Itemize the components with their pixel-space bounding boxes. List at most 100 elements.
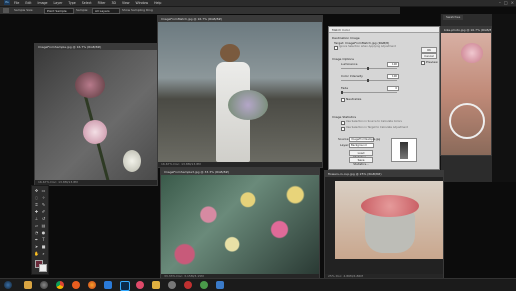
maximize-button[interactable]: □ (504, 0, 508, 6)
document-title[interactable]: flowers-in-cup.jpg @ 25% (RGB/8#) (325, 171, 443, 177)
dialog-title: Match Color (329, 27, 439, 33)
fade-input[interactable]: 0 (387, 86, 399, 91)
sample-select[interactable]: All Layers (92, 8, 120, 14)
ignore-selection-checkbox[interactable] (334, 46, 338, 50)
start-icon[interactable] (4, 281, 12, 289)
fade-slider[interactable] (341, 91, 397, 94)
background-color-swatch[interactable] (39, 264, 47, 272)
shape-tool-icon[interactable]: ■ (41, 244, 46, 249)
load-statistics-button[interactable]: Load Statistics... (349, 150, 373, 159)
marquee-tool-icon[interactable]: ▭ (41, 188, 46, 193)
document-window-5[interactable]: bike-photo.jpg @ 16.7% (RGB/8#) (440, 26, 492, 156)
menu-view[interactable]: View (122, 0, 130, 6)
neutralize-checkbox[interactable] (341, 98, 345, 102)
bike-wheel (449, 103, 485, 139)
brush-tool-icon[interactable]: ✐ (41, 209, 46, 214)
path-select-icon[interactable]: ➤ (34, 244, 39, 249)
luminance-slider[interactable] (341, 67, 397, 70)
match-color-dialog: Match Color Destination Image Target: Im… (328, 26, 440, 170)
app-icon[interactable] (104, 281, 112, 289)
layer-select[interactable]: Background (349, 143, 374, 148)
taskbar (0, 278, 516, 291)
photoshop-logo-icon: Ps (4, 0, 10, 5)
document-window-2[interactable]: ImageFromMatch.jpg @ 16.7% (RGB/8#) 16.6… (157, 15, 323, 168)
bike-flowers (461, 43, 483, 63)
dodge-tool-icon[interactable]: ● (41, 230, 46, 235)
chrome-icon[interactable] (56, 281, 64, 289)
canvas-bride[interactable] (158, 22, 322, 162)
intensity-slider[interactable] (341, 79, 397, 82)
close-button[interactable]: × (511, 0, 514, 6)
fade-thumb[interactable] (341, 91, 343, 94)
menu-layer[interactable]: Layer (54, 0, 63, 6)
menu-filter[interactable]: Filter (98, 0, 106, 6)
rose-bouquet (361, 195, 419, 217)
intensity-input[interactable]: 100 (387, 74, 399, 79)
document-window-3[interactable]: ImageFromSample3.jpg @ 33.3% (RGB/8#) 33… (160, 168, 320, 280)
eyedropper-tool-icon[interactable]: ✎ (41, 202, 46, 207)
menu-image[interactable]: Image (38, 0, 48, 6)
sample-size-select[interactable]: Point Sample (44, 8, 74, 14)
history-brush-icon[interactable]: ↺ (41, 216, 46, 221)
explorer-icon[interactable] (24, 281, 32, 289)
thumbnail-image (400, 142, 408, 159)
source-label: Source: (338, 137, 350, 141)
source-select[interactable]: ImageFromSample.jpg (349, 137, 380, 142)
luminance-label: Luminance (341, 62, 358, 66)
clone-stamp-icon[interactable]: ⊥ (34, 216, 39, 221)
preview-checkbox[interactable] (421, 61, 425, 65)
luminance-thumb[interactable] (367, 67, 369, 70)
video-icon[interactable] (184, 281, 192, 289)
hand-tool-icon[interactable]: ✋ (34, 251, 39, 256)
pen-tool-icon[interactable]: ✒ (34, 237, 39, 242)
document-window-4[interactable]: flowers-in-cup.jpg @ 25% (RGB/8#) 25% Do… (324, 170, 444, 280)
preview-label: Preview (426, 60, 438, 64)
menu-type[interactable]: Type (68, 0, 75, 6)
menu-3d[interactable]: 3D (111, 0, 115, 6)
mail-icon[interactable] (216, 281, 224, 289)
magic-wand-icon[interactable]: ✧ (41, 195, 46, 200)
window-controls: – □ × (499, 0, 514, 6)
zoom-tool-icon[interactable]: ⌕ (41, 251, 46, 256)
menu-edit[interactable]: Edit (25, 0, 31, 6)
layer-label: Layer: (340, 143, 350, 147)
media-icon[interactable] (72, 281, 80, 289)
menu-file[interactable]: File (14, 0, 19, 6)
folder-icon[interactable] (152, 281, 160, 289)
use-selection-source-checkbox[interactable] (341, 121, 345, 125)
settings-icon[interactable] (168, 281, 176, 289)
canvas-flowers[interactable] (35, 50, 157, 180)
camera-icon[interactable] (40, 281, 48, 289)
document-status: 16.67% Doc: 13.8M/13.8M (158, 162, 322, 167)
firefox-icon[interactable] (88, 281, 96, 289)
healing-brush-icon[interactable]: ✚ (34, 209, 39, 214)
use-selection-target-checkbox[interactable] (341, 127, 345, 131)
gradient-tool-icon[interactable]: ▤ (41, 223, 46, 228)
intensity-thumb[interactable] (367, 79, 369, 82)
move-tool-icon[interactable]: ✥ (34, 188, 39, 193)
eraser-tool-icon[interactable]: ▱ (34, 223, 39, 228)
eyedropper-icon[interactable] (3, 8, 9, 13)
bride-hair (220, 44, 240, 62)
menu-window[interactable]: Window (136, 0, 149, 6)
luminance-input[interactable]: 100 (387, 62, 399, 67)
crop-tool-icon[interactable]: ⌗ (34, 202, 39, 207)
lasso-tool-icon[interactable]: ◌ (34, 195, 39, 200)
blur-tool-icon[interactable]: ◔ (34, 230, 39, 235)
canvas-cacti[interactable] (161, 175, 319, 274)
menu-help[interactable]: Help (154, 0, 161, 6)
canvas-cup[interactable] (335, 181, 443, 259)
tab-swatches[interactable]: Swatches (443, 15, 464, 20)
canvas-bike[interactable] (441, 33, 491, 155)
fade-label: Fade (341, 86, 349, 90)
cancel-button[interactable]: Cancel (421, 53, 437, 59)
document-window-1[interactable]: ImageFromSample.jpg @ 16.7% (RGB/8#) 16.… (34, 43, 158, 186)
game-icon[interactable] (200, 281, 208, 289)
type-tool-icon[interactable]: T (41, 237, 46, 242)
menu-select[interactable]: Select (82, 0, 92, 6)
minimize-button[interactable]: – (499, 0, 501, 6)
save-statistics-button[interactable]: Save Statistics... (349, 157, 373, 166)
music-icon[interactable] (136, 281, 144, 289)
flower-rose (83, 120, 107, 144)
show-sampling-ring-checkbox[interactable]: Show Sampling Ring (122, 7, 153, 14)
